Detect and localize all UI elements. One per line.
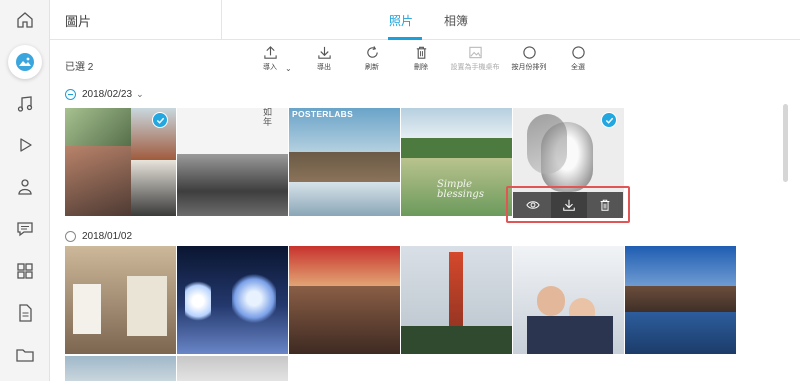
photo-thumbnail[interactable] — [289, 246, 400, 354]
refresh-icon — [366, 46, 378, 58]
select-all-button[interactable]: 全選 — [550, 45, 606, 77]
photo-manager-app: 圖片 照片 相簿 已選 2 導入 ⌄ 導出 刷新 刪除 設置為手機桌布 按月份排… — [0, 0, 800, 381]
sidebar-item-apps[interactable] — [0, 251, 50, 291]
sidebar-item-home[interactable] — [0, 0, 50, 40]
photo-thumbnail[interactable] — [177, 356, 288, 381]
photo-thumbnail[interactable]: POSTERLABS — [289, 108, 400, 216]
refresh-button[interactable]: 刷新 — [344, 45, 400, 77]
photo-thumbnail[interactable] — [513, 246, 624, 354]
tab-albums[interactable]: 相簿 — [444, 12, 468, 29]
photo-caption-text: POSTERLABS — [292, 109, 354, 119]
sidebar-item-photos[interactable] — [0, 42, 50, 82]
photo-thumbnail[interactable] — [65, 246, 176, 354]
group-date: 2018/02/23 — [82, 88, 133, 100]
folder-icon — [16, 349, 34, 362]
selected-count: 已選 2 — [65, 62, 94, 73]
active-tab-indicator — [388, 37, 422, 40]
home-icon — [17, 12, 33, 28]
sidebar — [0, 0, 50, 381]
photo-thumbnail[interactable] — [65, 108, 176, 216]
photo-caption-text: 如 年 — [263, 108, 273, 128]
selected-check-icon[interactable] — [601, 112, 617, 128]
chevron-down-icon[interactable]: ⌄ — [136, 89, 144, 100]
music-icon — [17, 96, 33, 112]
circle-icon — [522, 46, 536, 59]
tab-photos[interactable]: 照片 — [389, 12, 413, 29]
sidebar-item-files[interactable] — [0, 335, 50, 375]
video-play-icon — [20, 138, 32, 152]
set-wallpaper-label: 設置為手機桌布 — [450, 64, 500, 71]
highlight-box — [506, 186, 630, 223]
download-icon — [317, 46, 331, 59]
top-header: 圖片 照片 相簿 — [50, 0, 800, 40]
sort-by-month-label: 按月份排列 — [511, 64, 547, 71]
sidebar-item-contacts[interactable] — [0, 167, 50, 207]
header-divider — [221, 0, 222, 40]
date-group-header[interactable]: 2018/02/23 ⌄ — [65, 87, 144, 101]
set-wallpaper-button[interactable]: 設置為手機桌布 — [447, 45, 503, 77]
apps-grid-icon — [17, 263, 33, 279]
trash-icon — [416, 46, 426, 59]
document-icon — [19, 304, 32, 322]
import-menu-chevron-icon[interactable]: ⌄ — [285, 64, 292, 73]
date-group-header[interactable]: 2018/01/02 — [65, 229, 132, 243]
photo-thumbnail[interactable] — [401, 246, 512, 354]
photo-thumbnail[interactable] — [625, 246, 736, 354]
select-all-label: 全選 — [571, 64, 585, 71]
page-title: 圖片 — [65, 14, 92, 29]
contacts-icon — [18, 179, 32, 195]
sidebar-item-music[interactable] — [0, 84, 50, 124]
upload-icon — [263, 46, 277, 59]
group-date: 2018/01/02 — [82, 230, 133, 242]
delete-button[interactable]: 刪除 — [393, 45, 449, 77]
photo-thumbnail[interactable]: Simple blessings — [401, 108, 512, 216]
refresh-label: 刷新 — [365, 64, 379, 71]
photo-thumbnail[interactable] — [177, 246, 288, 354]
photo-caption-text: Simple blessings — [437, 179, 484, 200]
sidebar-item-video[interactable] — [0, 125, 50, 165]
photo-thumbnail[interactable]: 如 年 — [177, 108, 288, 216]
group-select-checkbox[interactable] — [65, 230, 76, 242]
sidebar-item-documents[interactable] — [0, 293, 50, 333]
delete-label: 刪除 — [414, 64, 428, 71]
group-select-checkbox[interactable] — [65, 88, 76, 100]
wallpaper-icon — [468, 46, 482, 59]
photos-icon — [16, 53, 34, 71]
selected-check-icon[interactable] — [152, 112, 168, 128]
photo-thumbnail[interactable] — [65, 356, 176, 381]
circle-icon — [571, 46, 585, 59]
sidebar-item-messages[interactable] — [0, 209, 50, 249]
sort-by-month-button[interactable]: 按月份排列 — [501, 45, 557, 77]
scrollbar-thumb[interactable] — [783, 104, 788, 182]
messages-icon — [17, 222, 33, 237]
